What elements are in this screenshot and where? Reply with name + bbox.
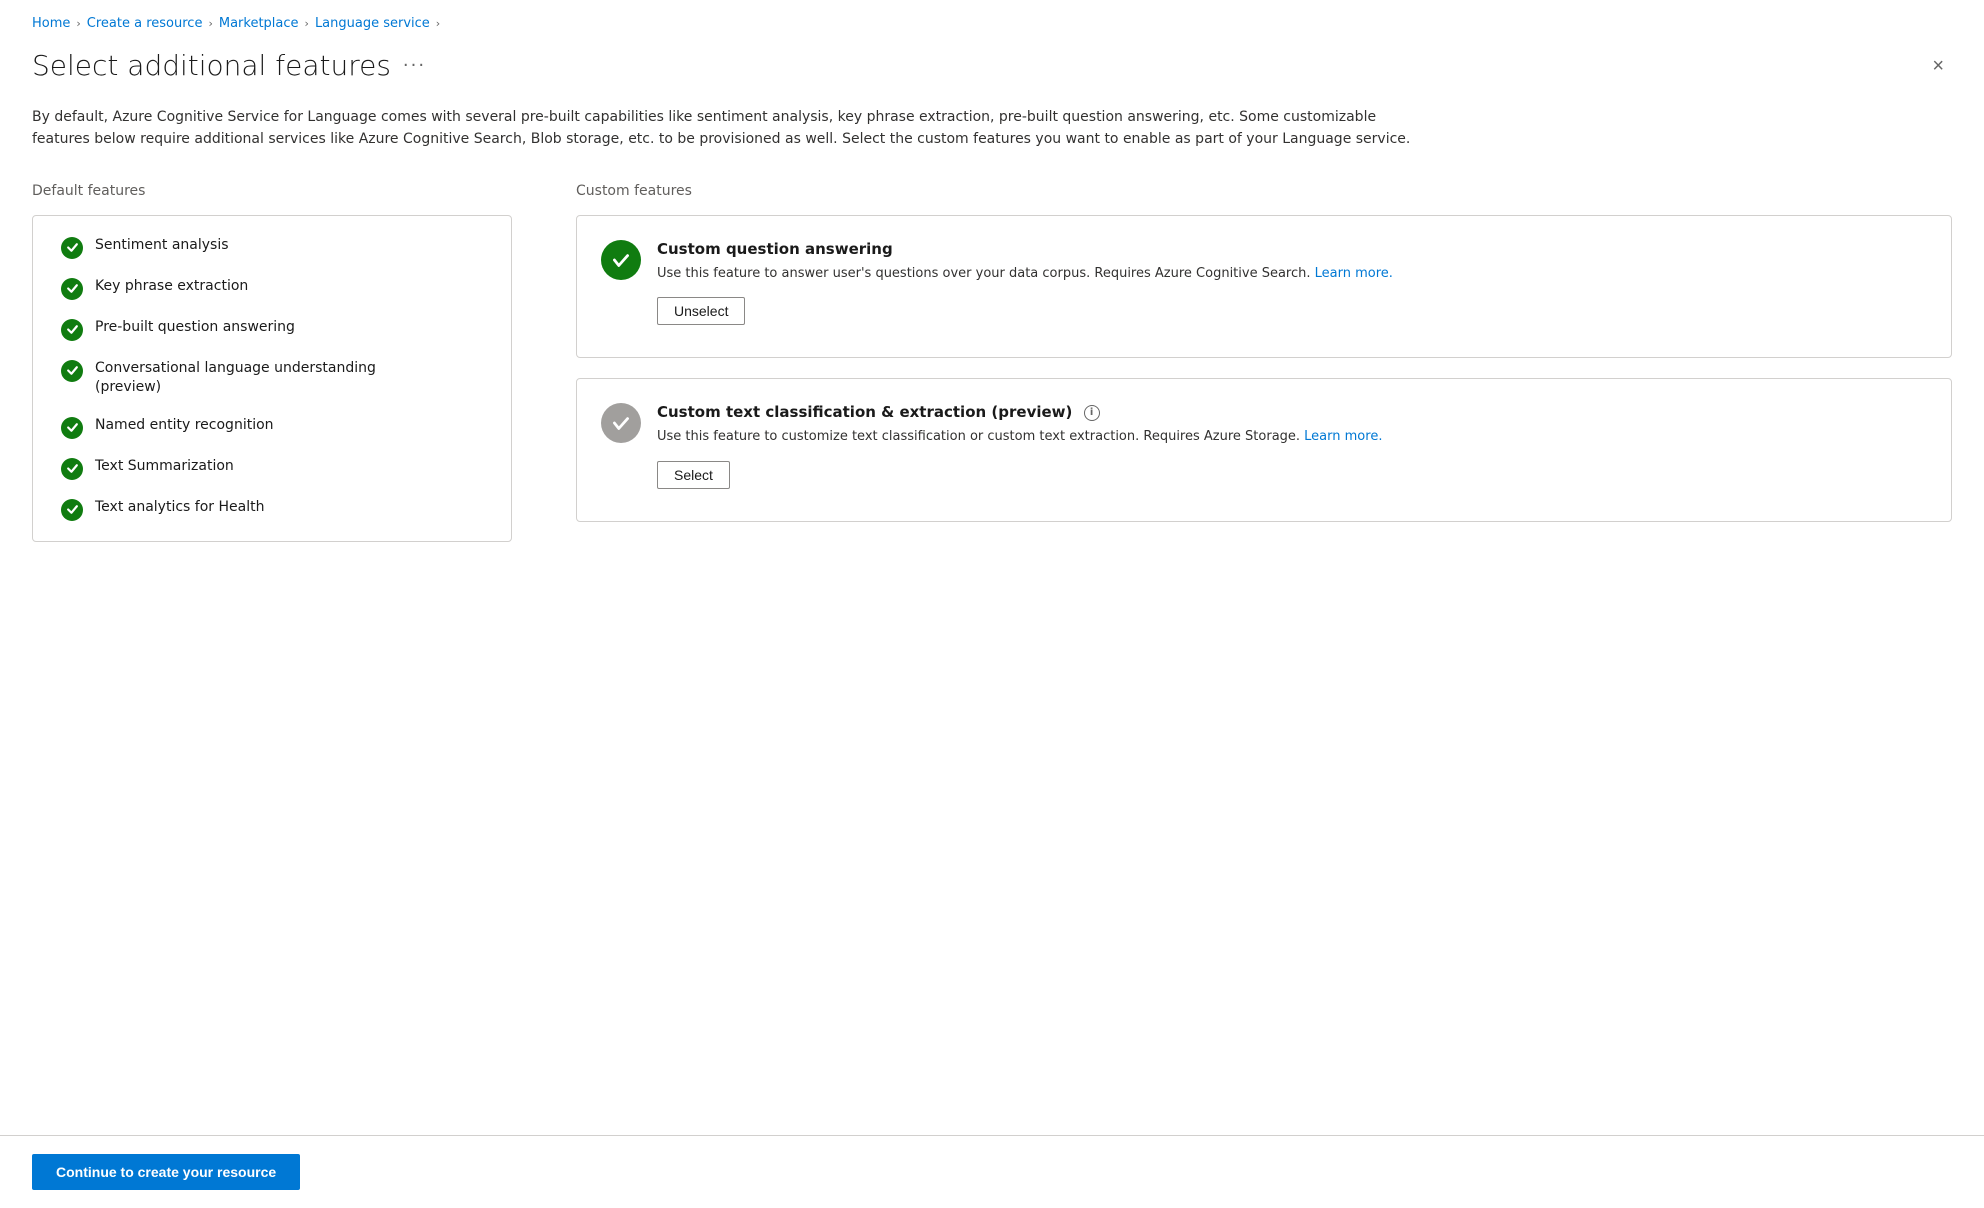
card-title: Custom text classification & extraction … (657, 403, 1927, 421)
card-desc-text: Use this feature to answer user's questi… (657, 266, 1315, 281)
breadcrumb-create-resource[interactable]: Create a resource (87, 16, 203, 31)
select-button[interactable]: Select (657, 461, 730, 489)
check-icon (61, 458, 83, 480)
title-row: Select additional features ··· (32, 49, 426, 82)
breadcrumb-home[interactable]: Home (32, 16, 70, 31)
breadcrumb-language-service[interactable]: Language service (315, 16, 430, 31)
card-learn-more-link[interactable]: Learn more. (1315, 266, 1393, 281)
list-item: Text Summarization (61, 457, 483, 480)
columns-wrapper: Default features Sentiment analysis Key … (32, 183, 1952, 542)
feature-name: Conversational language understanding(pr… (95, 359, 376, 398)
card-desc-text: Use this feature to customize text class… (657, 429, 1304, 444)
card-description: Use this feature to customize text class… (657, 427, 1927, 447)
close-button[interactable]: × (1924, 52, 1952, 80)
selected-icon (601, 240, 641, 280)
info-icon[interactable]: i (1084, 405, 1100, 421)
list-item: Text analytics for Health (61, 498, 483, 521)
custom-features-column: Custom features Custom question answerin… (576, 183, 1952, 542)
unselected-icon (601, 403, 641, 443)
default-features-label: Default features (32, 183, 512, 199)
check-icon (61, 319, 83, 341)
breadcrumb-marketplace[interactable]: Marketplace (219, 16, 299, 31)
breadcrumb: Home › Create a resource › Marketplace ›… (32, 16, 1952, 31)
card-header: Custom question answering Use this featu… (601, 240, 1927, 326)
card-content: Custom question answering Use this featu… (657, 240, 1927, 326)
list-item: Sentiment analysis (61, 236, 483, 259)
feature-name: Named entity recognition (95, 416, 274, 436)
page-description: By default, Azure Cognitive Service for … (32, 106, 1432, 151)
page-header: Select additional features ··· × (32, 49, 1952, 82)
breadcrumb-chevron-1: › (76, 17, 80, 30)
custom-text-classification-card: Custom text classification & extraction … (576, 378, 1952, 522)
check-icon (61, 417, 83, 439)
check-icon (61, 360, 83, 382)
footer-bar: Continue to create your resource (0, 1135, 1984, 1208)
list-item: Pre-built question answering (61, 318, 483, 341)
more-options-button[interactable]: ··· (403, 55, 426, 76)
card-header: Custom text classification & extraction … (601, 403, 1927, 489)
breadcrumb-chevron-2: › (208, 17, 212, 30)
card-title: Custom question answering (657, 240, 1927, 258)
check-icon (61, 278, 83, 300)
feature-name: Pre-built question answering (95, 318, 295, 338)
feature-name: Text Summarization (95, 457, 234, 477)
default-features-column: Default features Sentiment analysis Key … (32, 183, 512, 542)
continue-button[interactable]: Continue to create your resource (32, 1154, 300, 1190)
list-item: Named entity recognition (61, 416, 483, 439)
feature-name: Sentiment analysis (95, 236, 229, 256)
card-description: Use this feature to answer user's questi… (657, 264, 1927, 284)
default-features-box: Sentiment analysis Key phrase extraction… (32, 215, 512, 542)
custom-features-label: Custom features (576, 183, 1952, 199)
check-icon (61, 499, 83, 521)
card-learn-more-link[interactable]: Learn more. (1304, 429, 1382, 444)
breadcrumb-chevron-3: › (305, 17, 309, 30)
breadcrumb-chevron-4: › (436, 17, 440, 30)
custom-question-answering-card: Custom question answering Use this featu… (576, 215, 1952, 359)
unselect-button[interactable]: Unselect (657, 297, 745, 325)
list-item: Conversational language understanding(pr… (61, 359, 483, 398)
list-item: Key phrase extraction (61, 277, 483, 300)
page-title: Select additional features (32, 49, 391, 82)
card-title-text: Custom text classification & extraction … (657, 403, 1072, 421)
card-content: Custom text classification & extraction … (657, 403, 1927, 489)
check-icon (61, 237, 83, 259)
feature-name: Key phrase extraction (95, 277, 248, 297)
feature-name: Text analytics for Health (95, 498, 264, 518)
